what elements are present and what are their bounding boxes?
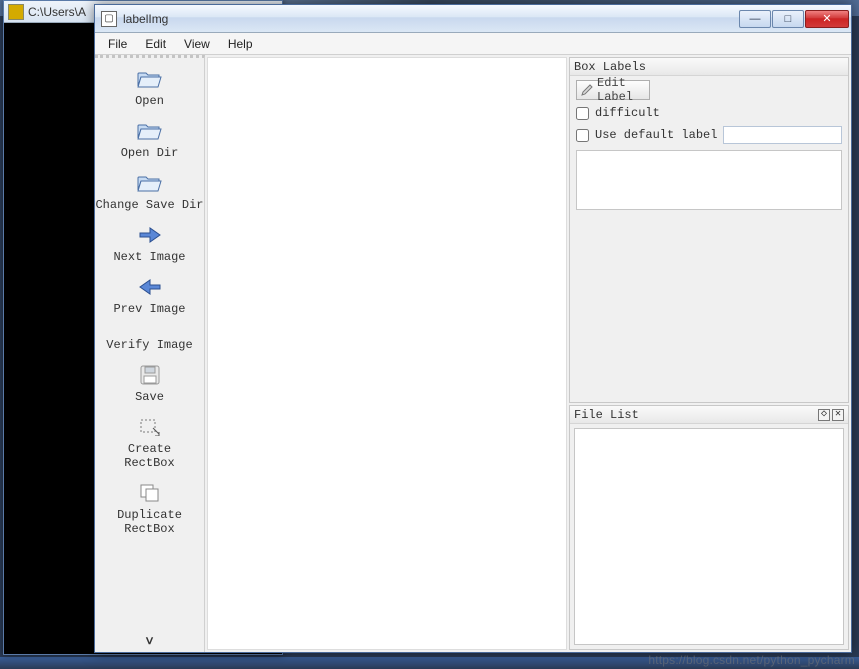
verify-image-button[interactable]: Verify Image — [95, 324, 204, 358]
console-title-text: C:\Users\A — [28, 5, 86, 19]
verify-icon — [136, 328, 164, 334]
box-labels-panel: Box Labels Edit Label difficult — [569, 57, 849, 403]
pencil-icon — [581, 84, 593, 96]
edit-label-text: Edit Label — [597, 76, 645, 104]
menu-edit[interactable]: Edit — [136, 35, 175, 53]
file-list[interactable] — [574, 428, 844, 645]
arrow-left-icon — [136, 276, 164, 298]
console-app-icon — [8, 4, 24, 20]
default-label-input[interactable] — [723, 126, 842, 144]
use-default-label-checkbox-input[interactable] — [576, 129, 589, 142]
change-save-dir-label: Change Save Dir — [95, 198, 203, 212]
undock-icon[interactable]: ◇ — [818, 409, 830, 421]
prev-image-label: Prev Image — [113, 302, 185, 316]
difficult-checkbox-input[interactable] — [576, 107, 589, 120]
floppy-disk-icon — [136, 364, 164, 386]
open-dir-label: Open Dir — [121, 146, 179, 160]
box-labels-title: Box Labels — [574, 60, 646, 74]
save-button[interactable]: Save — [95, 360, 204, 410]
duplicate-rectbox-label: Duplicate RectBox — [117, 508, 182, 536]
edit-label-button[interactable]: Edit Label — [576, 80, 650, 100]
close-panel-icon[interactable]: ✕ — [832, 409, 844, 421]
menu-view[interactable]: View — [175, 35, 219, 53]
open-button[interactable]: Open — [95, 64, 204, 114]
file-list-title: File List — [574, 408, 639, 422]
create-rectbox-button[interactable]: Create RectBox — [95, 412, 204, 476]
menu-help[interactable]: Help — [219, 35, 262, 53]
menubar: File Edit View Help — [95, 33, 851, 55]
use-default-label-text: Use default label — [595, 128, 717, 142]
create-rectbox-label: Create RectBox — [124, 442, 174, 470]
minimize-button[interactable]: — — [739, 10, 771, 28]
file-list-header[interactable]: File List ◇ ✕ — [570, 406, 848, 424]
duplicate-icon — [136, 482, 164, 504]
titlebar[interactable]: ▢ labelImg — □ ✕ — [95, 5, 851, 33]
folder-save-icon — [136, 172, 164, 194]
verify-image-label: Verify Image — [106, 338, 192, 352]
open-dir-button[interactable]: Open Dir — [95, 116, 204, 166]
box-labels-header[interactable]: Box Labels — [570, 58, 848, 76]
folder-open-icon — [136, 68, 164, 90]
next-image-button[interactable]: Next Image — [95, 220, 204, 270]
change-save-dir-button[interactable]: Change Save Dir — [95, 168, 204, 218]
folder-icon — [136, 120, 164, 142]
use-default-label-checkbox[interactable]: Use default label — [576, 128, 717, 142]
toolbar-scroll-down-icon[interactable]: ｖ — [95, 631, 204, 648]
rect-icon — [136, 416, 164, 438]
window-title: labelImg — [123, 12, 168, 26]
arrow-right-icon — [136, 224, 164, 246]
next-image-label: Next Image — [113, 250, 185, 264]
difficult-checkbox[interactable]: difficult — [576, 106, 842, 120]
app-icon: ▢ — [101, 11, 117, 27]
box-labels-list[interactable] — [576, 150, 842, 210]
left-toolbar: Open Open Dir Change Save Dir Next Image — [95, 55, 205, 652]
open-label: Open — [135, 94, 164, 108]
taskbar-hint — [0, 657, 859, 669]
labelimg-window: ▢ labelImg — □ ✕ File Edit View Help Ope… — [94, 4, 852, 653]
difficult-label: difficult — [595, 106, 660, 120]
image-canvas[interactable] — [207, 57, 567, 650]
prev-image-button[interactable]: Prev Image — [95, 272, 204, 322]
right-dock: Box Labels Edit Label difficult — [569, 55, 851, 652]
maximize-button[interactable]: □ — [772, 10, 804, 28]
duplicate-rectbox-button[interactable]: Duplicate RectBox — [95, 478, 204, 542]
close-button[interactable]: ✕ — [805, 10, 849, 28]
menu-file[interactable]: File — [99, 35, 136, 53]
file-list-panel: File List ◇ ✕ — [569, 405, 849, 650]
save-label: Save — [135, 390, 164, 404]
